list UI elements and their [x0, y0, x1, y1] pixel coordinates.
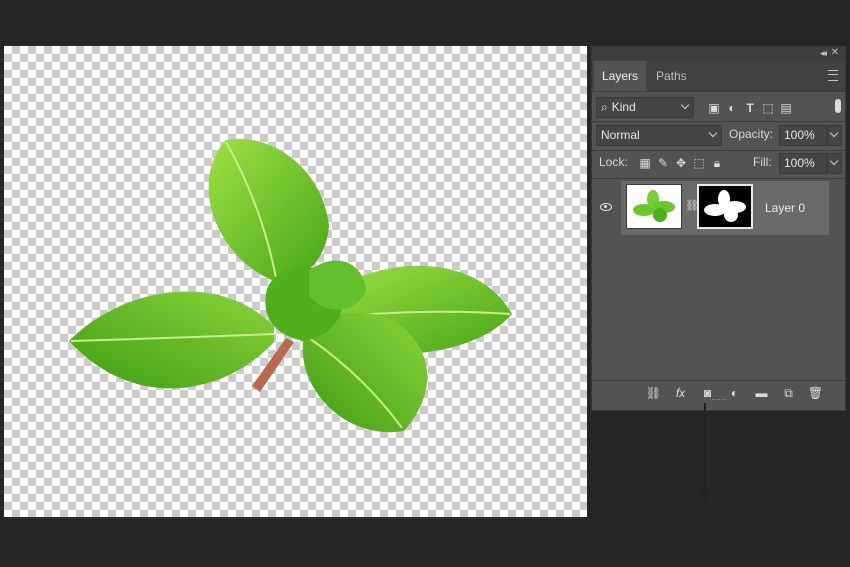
link-icon[interactable]: ⛓︎ [640, 386, 667, 400]
blend-row: Normal Opacity: 100% [592, 124, 845, 148]
image-icon[interactable]: ▣ [705, 101, 723, 115]
collapse-icon[interactable]: ◂◂ [820, 48, 827, 59]
chevron-down-icon [829, 128, 839, 138]
fill-value: 100% [784, 156, 815, 170]
lock-transparent-icon[interactable]: ▦ [636, 156, 654, 170]
shape-icon[interactable]: ⬚ [759, 101, 777, 115]
leaf-thumbnail-icon [633, 190, 675, 222]
lock-artboard-icon[interactable]: ⬚ [690, 156, 708, 170]
lock-position-icon[interactable]: ✥ [672, 156, 690, 170]
add-mask-icon[interactable]: ◙ [694, 386, 721, 400]
filter-kind-label: Kind [611, 100, 636, 114]
layer-mask-thumbnail[interactable] [697, 184, 753, 229]
filter-kind-select[interactable]: ⌕ Kind [596, 97, 694, 118]
mint-leaves-image [69, 138, 512, 433]
lock-all-icon[interactable]: 🔒︎ [708, 156, 726, 171]
chevron-down-icon [708, 128, 718, 138]
panel-menu-icon[interactable] [828, 70, 838, 81]
opacity-label: Opacity: [729, 127, 774, 141]
chevron-down-icon [680, 100, 690, 110]
folder-icon[interactable]: ▬ [748, 386, 775, 400]
divider [592, 150, 845, 151]
lock-icons: ▦ ✎ ✥ ⬚ 🔒︎ [636, 154, 726, 172]
lock-row: Lock: ▦ ✎ ✥ ⬚ 🔒︎ Fill: 100% [592, 152, 845, 176]
type-icon[interactable]: T [741, 101, 759, 115]
bottom-icons: ⛓︎ fx ◙ ◐ ▬ ⧉ 🗑︎ [640, 384, 829, 402]
layer-name[interactable]: Layer 0 [765, 201, 805, 215]
tab-layers[interactable]: Layers [594, 61, 646, 91]
layers-panel: ◂◂ ✕ Layers Paths ⌕ Kind ▣ ◐ T ⬚ ▤ Normal Opa… [591, 46, 846, 502]
blend-mode-select[interactable]: Normal [596, 125, 722, 146]
resize-grip[interactable] [712, 399, 726, 402]
panel-tabs: Layers Paths [592, 61, 845, 92]
fill-input[interactable]: 100% [779, 153, 827, 174]
lock-label: Lock: [599, 155, 628, 169]
opacity-value: 100% [784, 128, 815, 142]
mask-shape-icon [704, 190, 746, 222]
tab-paths[interactable]: Paths [648, 61, 694, 91]
arrow-head-icon [698, 490, 712, 502]
adjustment-icon[interactable]: ◐ [723, 101, 741, 115]
layer-filter-row: ⌕ Kind ▣ ◐ T ⬚ ▤ [592, 95, 845, 119]
smart-object-icon[interactable]: ▤ [777, 101, 795, 115]
filter-toggle[interactable] [835, 99, 841, 113]
layer-thumbnail[interactable] [626, 184, 682, 229]
opacity-input[interactable]: 100% [779, 125, 827, 146]
divider [592, 178, 845, 179]
opacity-dropdown[interactable] [827, 125, 842, 146]
document-canvas[interactable] [4, 46, 587, 517]
close-icon[interactable]: ✕ [831, 47, 839, 58]
visibility-toggle[interactable] [592, 181, 620, 235]
fill-dropdown[interactable] [827, 153, 842, 174]
annotation-arrow [704, 402, 706, 494]
layers-list: ⛓︎ Layer 0 [592, 180, 845, 502]
lock-paint-icon[interactable]: ✎ [654, 156, 672, 170]
eye-icon [600, 203, 612, 211]
blend-mode-value: Normal [601, 128, 640, 142]
panel-title-bar[interactable]: ◂◂ ✕ [592, 47, 845, 61]
new-layer-icon[interactable]: ⧉ [775, 386, 802, 401]
fill-label: Fill: [753, 155, 772, 169]
adjustment-layer-icon[interactable]: ◐ [721, 386, 748, 400]
search-icon: ⌕ [601, 100, 608, 114]
layers-bottom-bar: ⛓︎ fx ◙ ◐ ▬ ⧉ 🗑︎ [592, 380, 845, 403]
filter-icons: ▣ ◐ T ⬚ ▤ [705, 99, 795, 117]
chevron-down-icon [829, 156, 839, 166]
divider [592, 121, 845, 122]
fx-icon[interactable]: fx [667, 386, 694, 400]
trash-icon[interactable]: 🗑︎ [802, 386, 829, 400]
layer-row[interactable]: ⛓︎ Layer 0 [621, 181, 829, 235]
